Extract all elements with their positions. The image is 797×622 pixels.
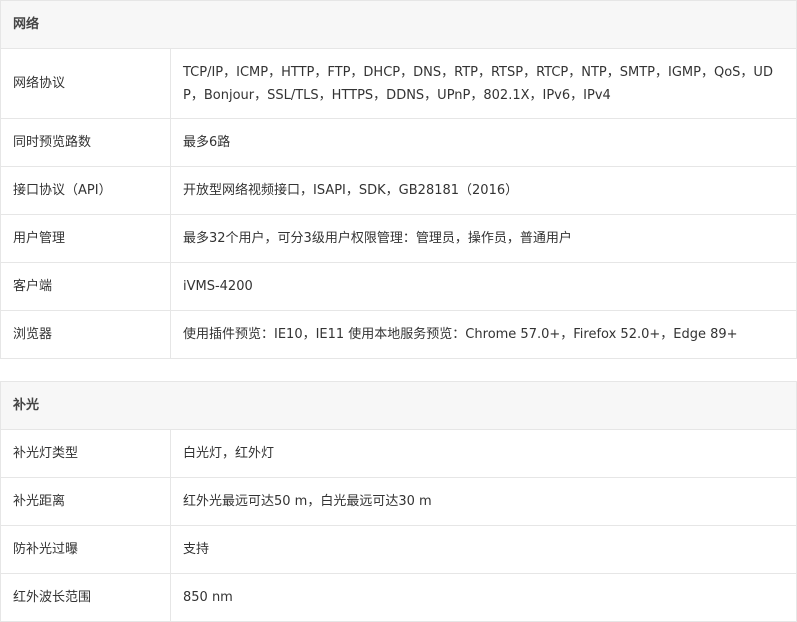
row-value: 最多32个用户，可分3级用户权限管理：管理员，操作员，普通用户 — [170, 214, 797, 263]
section-title: 网络 — [0, 0, 797, 49]
row-label: 红外波长范围 — [0, 573, 171, 622]
row-label: 浏览器 — [0, 310, 171, 359]
row-label: 防补光过曝 — [0, 525, 171, 574]
row-label: 网络协议 — [0, 48, 171, 119]
row-label: 同时预览路数 — [0, 118, 171, 167]
table-row: 网络协议 TCP/IP，ICMP，HTTP，FTP，DHCP，DNS，RTP，R… — [0, 48, 797, 119]
row-label: 接口协议（API） — [0, 166, 171, 215]
row-label: 补光灯类型 — [0, 429, 171, 478]
row-value: 红外光最远可达50 m，白光最远可达30 m — [170, 477, 797, 526]
spec-table: 网络 网络协议 TCP/IP，ICMP，HTTP，FTP，DHCP，DNS，RT… — [0, 0, 797, 622]
row-value: 最多6路 — [170, 118, 797, 167]
row-value: 使用插件预览：IE10，IE11 使用本地服务预览：Chrome 57.0+，F… — [170, 310, 797, 359]
table-row: 用户管理 最多32个用户，可分3级用户权限管理：管理员，操作员，普通用户 — [0, 214, 797, 263]
section-header-fill-light: 补光 — [0, 381, 797, 430]
table-row: 红外波长范围 850 nm — [0, 573, 797, 622]
table-row: 补光距离 红外光最远可达50 m，白光最远可达30 m — [0, 477, 797, 526]
table-row: 同时预览路数 最多6路 — [0, 118, 797, 167]
row-label: 补光距离 — [0, 477, 171, 526]
row-value: 白光灯，红外灯 — [170, 429, 797, 478]
row-value: 开放型网络视频接口，ISAPI，SDK，GB28181（2016） — [170, 166, 797, 215]
table-row: 防补光过曝 支持 — [0, 525, 797, 574]
table-row: 接口协议（API） 开放型网络视频接口，ISAPI，SDK，GB28181（20… — [0, 166, 797, 215]
table-row: 补光灯类型 白光灯，红外灯 — [0, 429, 797, 478]
row-label: 客户端 — [0, 262, 171, 311]
row-value: iVMS-4200 — [170, 262, 797, 311]
table-row: 浏览器 使用插件预览：IE10，IE11 使用本地服务预览：Chrome 57.… — [0, 310, 797, 359]
section-title: 补光 — [0, 381, 797, 430]
section-header-network: 网络 — [0, 0, 797, 49]
table-row: 客户端 iVMS-4200 — [0, 262, 797, 311]
row-value: TCP/IP，ICMP，HTTP，FTP，DHCP，DNS，RTP，RTSP，R… — [170, 48, 797, 119]
row-value: 支持 — [170, 525, 797, 574]
section-spacer — [0, 358, 797, 382]
row-value: 850 nm — [170, 573, 797, 622]
row-label: 用户管理 — [0, 214, 171, 263]
